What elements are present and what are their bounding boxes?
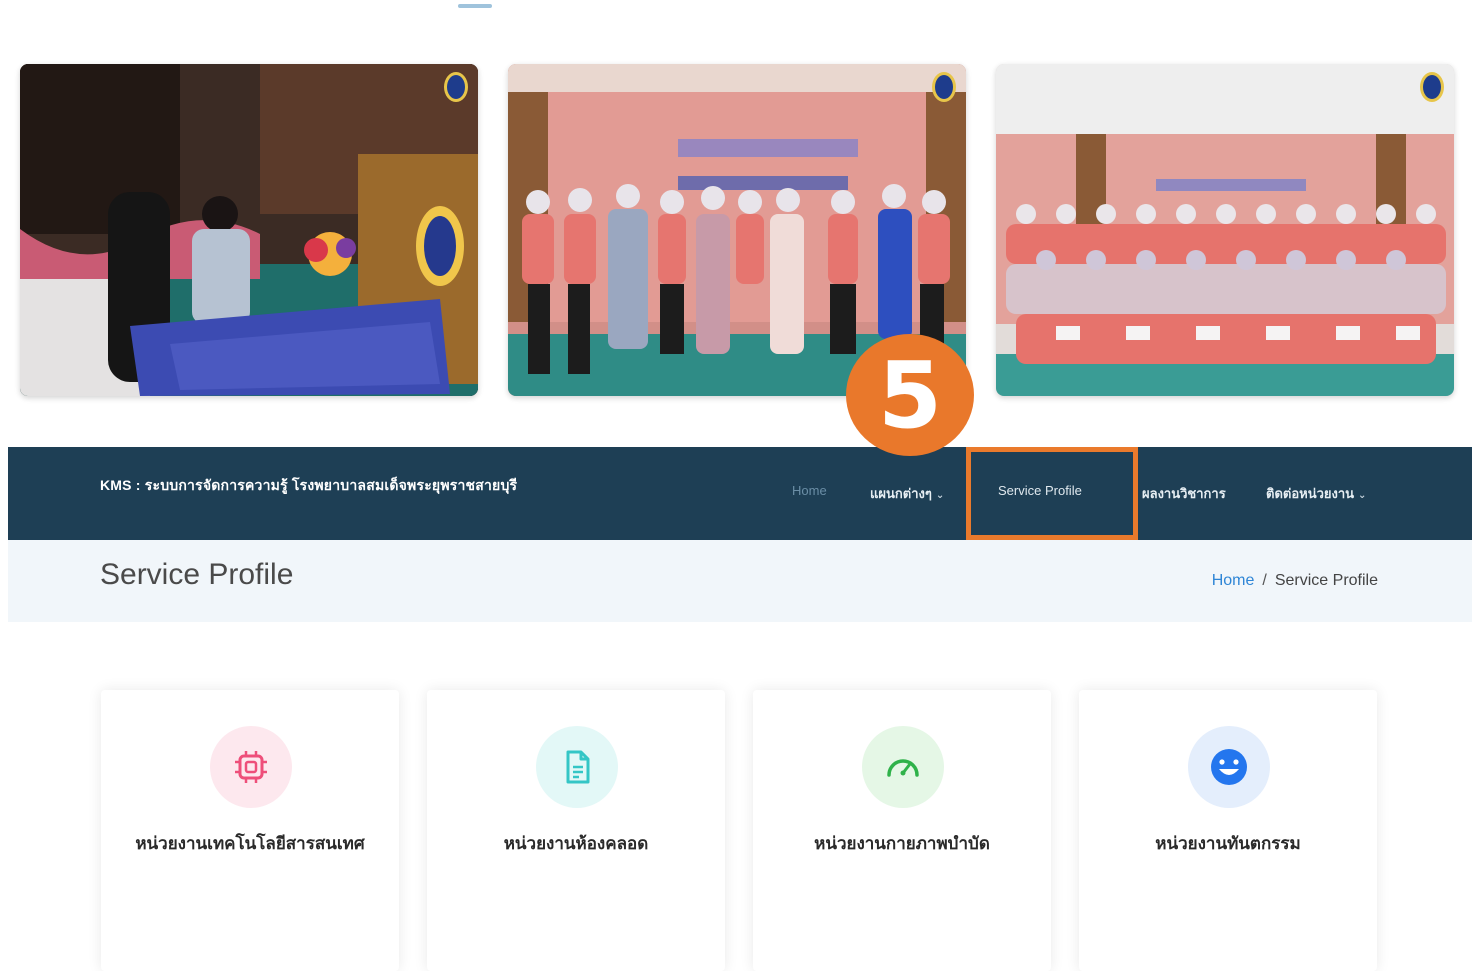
top-indicator: [458, 4, 492, 8]
icon-circle: [536, 726, 618, 808]
chevron-down-icon: ⌄: [935, 490, 945, 501]
breadcrumb: Home / Service Profile: [1212, 572, 1378, 590]
hospital-seal-icon: [1420, 72, 1444, 102]
breadcrumb-home-link[interactable]: Home: [1212, 572, 1255, 589]
nav-item-label: ผลงานวิชาการ: [1142, 486, 1226, 501]
service-card-it[interactable]: หน่วยงานเทคโนโลยีสารสนเทศ: [101, 690, 399, 971]
page-header: Service Profile Home / Service Profile: [8, 540, 1472, 622]
smile-icon: [1211, 749, 1247, 785]
nav-item-label: ติดต่อหน่วยงาน: [1266, 486, 1355, 501]
nav-item-label: Home: [792, 483, 827, 498]
hospital-seal-icon: [932, 72, 956, 102]
brand-title[interactable]: KMS : ระบบการจัดการความรู้ โรงพยาบาลสมเด…: [100, 475, 517, 497]
service-card-physiotherapy[interactable]: หน่วยงานกายภาพบำบัด: [753, 690, 1051, 971]
page-title: Service Profile: [100, 558, 294, 591]
breadcrumb-current: Service Profile: [1274, 572, 1378, 589]
service-card-dental[interactable]: หน่วยงานทันตกรรม: [1079, 690, 1377, 971]
photo-large-group: [996, 64, 1454, 396]
icon-circle: [862, 726, 944, 808]
hospital-seal-icon: [444, 72, 468, 102]
service-card-label: หน่วยงานเทคโนโลยีสารสนเทศ: [135, 834, 365, 853]
nav-item-label: แผนกต่างๆ: [870, 486, 932, 501]
nav-item-departments[interactable]: แผนกต่างๆ ⌄: [870, 483, 944, 504]
chevron-down-icon: ⌄: [1358, 490, 1367, 501]
main-navbar: KMS : ระบบการจัดการความรู้ โรงพยาบาลสมเด…: [8, 447, 1472, 540]
chip-icon: [235, 751, 267, 783]
nav-item-home[interactable]: Home: [792, 483, 827, 498]
service-card-label: หน่วยงานห้องคลอด: [503, 834, 649, 853]
icon-circle: [1188, 726, 1270, 808]
service-card-label: หน่วยงานทันตกรรม: [1155, 834, 1301, 853]
document-icon: [566, 750, 590, 784]
service-card-delivery-room[interactable]: หน่วยงานห้องคลอด: [427, 690, 725, 971]
nav-item-contact[interactable]: ติดต่อหน่วยงาน ⌄: [1266, 483, 1366, 504]
service-card-label: หน่วยงานกายภาพบำบัด: [814, 834, 990, 853]
nav-item-academic-works[interactable]: ผลงานวิชาการ: [1142, 483, 1226, 504]
icon-circle: [210, 726, 292, 808]
breadcrumb-separator: /: [1262, 572, 1267, 589]
step-number-badge: 5: [846, 334, 974, 456]
highlight-box: [966, 447, 1138, 540]
speedometer-icon: [887, 759, 919, 777]
photo-presentation: [20, 64, 478, 396]
